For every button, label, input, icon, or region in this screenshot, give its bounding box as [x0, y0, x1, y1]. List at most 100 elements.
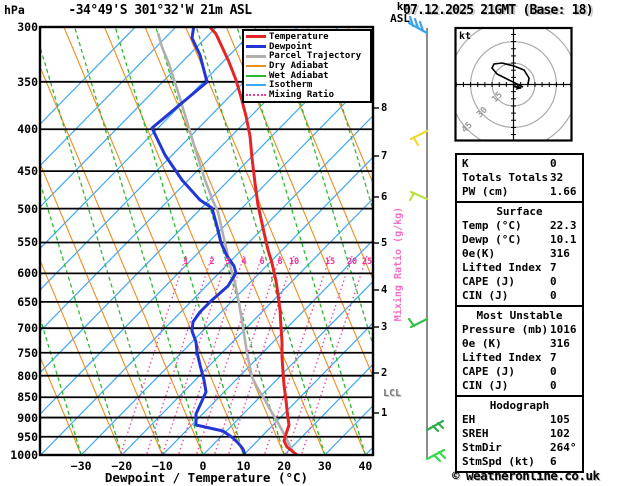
temperature-tick-label: −20 — [111, 459, 133, 473]
legend-item-label: Dry Adiabat — [269, 60, 329, 71]
legend-item-label: Parcel Trajectory — [269, 51, 362, 62]
indices-row: CIN (J) 0 — [462, 289, 577, 303]
indices-row-value: 316 — [550, 337, 570, 350]
skewt-sounding-app: 15 30 45 hPa -34°49'S 301°32'W 21m ASL km A… — [0, 0, 629, 486]
mixing-ratio-label: 6 — [259, 257, 265, 267]
indices-row: Lifted Index 7 — [462, 261, 577, 275]
km-tick-label: 2 — [381, 367, 388, 379]
pressure-axis-unit: hPa — [4, 3, 25, 17]
pressure-tick-label: 700 — [17, 321, 38, 336]
indices-row: SREH 102 — [462, 427, 577, 441]
pressure-tick-label: 750 — [17, 345, 38, 360]
temperature-tick-label: −30 — [70, 459, 92, 473]
indices-row-value: 1016 — [550, 323, 577, 336]
legend-item-label: Isotherm — [269, 80, 313, 91]
indices-row: StmSpd (kt) 6 — [462, 455, 577, 469]
wind-barb — [407, 317, 429, 329]
pressure-tick-label: 850 — [17, 390, 38, 405]
indices-row: Pressure (mb) 1016 — [462, 323, 577, 337]
pressure-tick-label: 550 — [17, 235, 38, 250]
indices-row-label: PW (cm) — [462, 185, 509, 198]
indices-row: Temp (°C) 22.3 — [462, 219, 577, 233]
indices-row: Lifted Index 7 — [462, 351, 577, 365]
indices-row-value: 105 — [550, 413, 570, 426]
mixing-ratio-label: 15 — [324, 257, 336, 267]
mixing-ratio-label: 25 — [361, 257, 373, 267]
legend-item: Parcel Trajectory — [246, 51, 368, 61]
wind-barb — [409, 129, 429, 147]
legend-item: Wet Adiabat — [246, 71, 368, 81]
indices-row: EH 105 — [462, 413, 577, 427]
indices-row-label: Dewp (°C) — [462, 233, 522, 246]
legend-item: Temperature — [246, 32, 368, 42]
lcl-marker-label: LCL — [383, 388, 402, 399]
indices-panel: K 0 Totals Totals 32 PW (cm) 1.66 Surface Temp … — [455, 153, 584, 473]
km-tick-label: 4 — [381, 284, 388, 296]
wind-barb — [407, 15, 429, 35]
indices-box: Most Unstable Pressure (mb) 1016 θe (K) 316 L… — [455, 305, 584, 397]
mixing-ratio-axis-label: Mixing Ratio (g/kg) — [393, 206, 404, 322]
indices-box: Surface Temp (°C) 22.3 Dewp (°C) 10.1 θe(K) 31… — [455, 201, 584, 307]
indices-row-value: 22.3 — [550, 219, 577, 232]
legend-item-label: Mixing Ratio — [269, 89, 335, 100]
dry-adiabat-legend-swatch — [246, 64, 266, 67]
km-tick-label: 1 — [381, 407, 388, 419]
indices-box-header: Surface — [496, 205, 543, 218]
pressure-tick-label: 450 — [17, 164, 38, 179]
wet-adiabat-line — [73, 27, 204, 455]
indices-box: K 0 Totals Totals 32 PW (cm) 1.66 — [455, 153, 584, 203]
mixing-ratio-legend-swatch — [246, 93, 266, 96]
indices-row-value: 316 — [550, 247, 570, 260]
indices-row-label: StmDir — [462, 441, 502, 454]
temperature-legend-swatch — [246, 35, 266, 39]
legend-item-label: Temperature — [269, 31, 329, 42]
indices-row: K0 — [462, 157, 577, 171]
indices-row: θe(K) 316 — [462, 247, 577, 261]
indices-row-label: Temp (°C) — [462, 219, 522, 232]
indices-row-label: Lifted Index — [462, 261, 542, 274]
hodograph-unit-label: kt — [459, 31, 472, 42]
pressure-tick-label: 500 — [17, 201, 38, 216]
indices-row: StmDir 264° — [462, 441, 577, 455]
mixing-ratio-label: 4 — [241, 257, 247, 267]
indices-row-value: 7 — [550, 261, 557, 274]
legend-item: Isotherm — [246, 80, 368, 90]
temperature-tick-label: 30 — [317, 459, 332, 473]
indices-row-label: θe(K) — [462, 247, 496, 260]
temperature-tick-label: 10 — [236, 459, 251, 473]
wind-barb — [408, 190, 429, 202]
temperature-tick-label: 20 — [277, 459, 292, 473]
isotherm-legend-swatch — [246, 84, 266, 87]
indices-box-header: Hodograph — [489, 399, 550, 412]
pressure-tick-label: 600 — [17, 266, 38, 281]
indices-row-label: Totals Totals — [462, 171, 549, 184]
indices-box: Hodograph EH 105 SREH 102 StmDir 264° StmSpd (k… — [455, 395, 584, 473]
km-tick-label: 8 — [381, 102, 388, 114]
indices-row-value: 102 — [550, 427, 570, 440]
indices-row: θe (K) 316 — [462, 337, 577, 351]
mixing-ratio-label: 10 — [288, 257, 300, 267]
pressure-tick-label: 1000 — [10, 448, 38, 462]
mixing-ratio-line — [285, 255, 353, 455]
indices-row-label: EH — [462, 413, 476, 426]
wind-barb — [425, 419, 445, 433]
indices-row-label: CIN (J) — [462, 289, 509, 302]
temperature-tick-label: −10 — [152, 459, 173, 473]
indices-row-label: CAPE (J) — [462, 275, 515, 288]
pressure-tick-label: 400 — [17, 122, 38, 137]
km-tick-label: 3 — [381, 321, 388, 333]
wet-adiabat-line — [40, 44, 164, 455]
indices-row-value: 0 — [550, 289, 557, 302]
indices-row: CIN (J) 0 — [462, 379, 577, 393]
indices-row-label: CIN (J) — [462, 379, 509, 392]
parcel-trajectory-legend-swatch — [246, 54, 266, 58]
mixing-ratio-line — [300, 255, 368, 455]
legend-item: Dry Adiabat — [246, 61, 368, 71]
pressure-tick-label: 350 — [17, 74, 38, 89]
pressure-tick-label: 650 — [17, 294, 38, 309]
indices-row-value: 1.66 — [550, 185, 577, 198]
legend: Temperature Dewpoint Parcel Trajectory Dry … — [242, 29, 372, 103]
wind-barb — [425, 448, 447, 463]
indices-row: CAPE (J) 0 — [462, 365, 577, 379]
indices-row-value: 0 — [550, 365, 557, 378]
